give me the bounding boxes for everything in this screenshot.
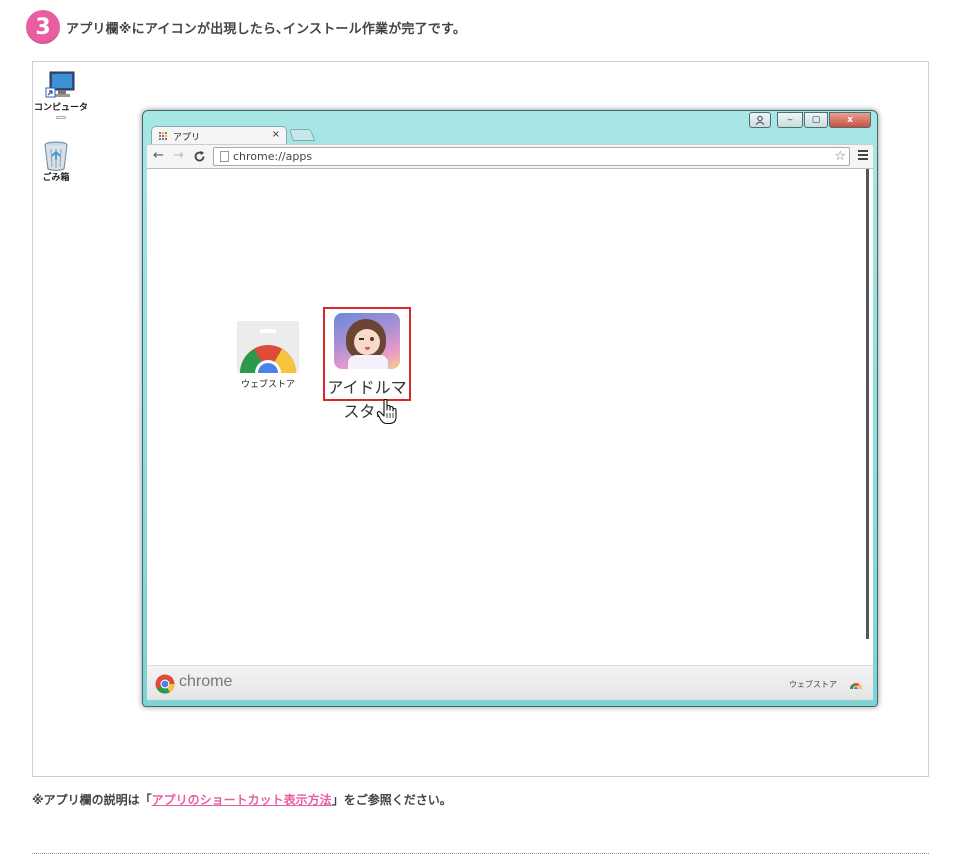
user-icon: [755, 115, 765, 125]
recycle-bin-icon: [44, 141, 68, 171]
window-controls: ‒ ▢ x: [749, 112, 871, 128]
user-profile-button[interactable]: [749, 112, 771, 128]
step-header: 3 アプリ欄※にアイコンが出現したら､インストール作業が完了です。: [26, 10, 466, 44]
chrome-web-store-icon: [237, 321, 299, 373]
computer-icon: [45, 71, 75, 98]
tab-title: アプリ: [173, 132, 201, 143]
app-tile-webstore[interactable]: ウェブストア: [235, 321, 301, 390]
scrollbar[interactable]: [866, 169, 869, 639]
forward-arrow-icon[interactable]: →: [173, 148, 184, 164]
footnote: ※アプリ欄の説明は「アプリのショートカット表示方法」をご参照ください。: [32, 791, 452, 808]
app-shortcut-guide-link[interactable]: アプリのショートカット表示方法: [152, 793, 332, 807]
url-text: chrome://apps: [233, 150, 313, 163]
bookmark-star-icon[interactable]: ☆: [834, 148, 846, 165]
tab-close-icon[interactable]: ×: [272, 129, 280, 140]
apps-page: ウェブストア アイドルマスタ...: [147, 169, 873, 665]
maximize-button[interactable]: ▢: [804, 112, 828, 128]
reload-icon[interactable]: [193, 150, 206, 163]
footnote-prefix: ※アプリ欄の説明は「: [32, 793, 152, 807]
desktop-icon-label: ごみ箱: [42, 173, 70, 183]
address-bar[interactable]: chrome://apps ☆: [213, 147, 850, 166]
desktop-icon-indicator: [56, 116, 66, 119]
webstore-small-icon[interactable]: [849, 677, 863, 689]
apps-grid-icon: [159, 131, 168, 141]
browser-toolbar: ← → chrome://apps ☆: [147, 144, 873, 169]
chrome-menu-icon[interactable]: [858, 150, 868, 162]
chrome-brand-text: chrome: [179, 673, 233, 690]
desktop-icon-recycle-bin[interactable]: ごみ箱: [28, 140, 84, 184]
webstore-link[interactable]: ウェブストア: [789, 679, 837, 690]
step-number-badge: 3: [26, 10, 60, 44]
chrome-logo-icon: [155, 674, 175, 694]
tab-apps[interactable]: アプリ ×: [151, 126, 287, 145]
section-divider: [32, 853, 929, 854]
idolmaster-app-icon: [334, 313, 400, 369]
chrome-window: ‒ ▢ x アプリ × ← → chrome://apps ☆ ウェブストア ア…: [142, 110, 878, 707]
page-icon: [220, 151, 229, 162]
step-instruction: アプリ欄※にアイコンが出現したら､インストール作業が完了です。: [66, 21, 467, 37]
minimize-button[interactable]: ‒: [777, 112, 803, 128]
back-arrow-icon[interactable]: ←: [153, 148, 164, 164]
hand-cursor-icon: [376, 399, 397, 425]
footnote-suffix: 」をご参照ください。: [331, 793, 452, 807]
desktop-icon-label: コンピュータ: [33, 103, 88, 113]
app-tile-idolmaster-selected[interactable]: アイドルマスタ...: [323, 307, 411, 421]
desktop-icon-computer[interactable]: コンピュータ: [33, 70, 89, 119]
apps-footer: chrome ウェブストア: [147, 665, 873, 700]
new-tab-button[interactable]: [288, 129, 316, 141]
close-window-button[interactable]: x: [829, 112, 871, 128]
app-label: ウェブストア: [240, 380, 295, 390]
